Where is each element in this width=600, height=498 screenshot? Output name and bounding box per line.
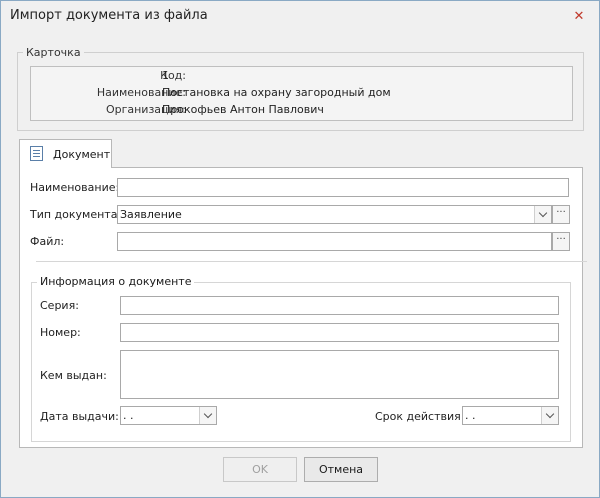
card-name-value: Постановка на охрану загородный дом	[162, 86, 391, 99]
doc-type-select[interactable]: Заявление	[117, 205, 552, 224]
close-button[interactable]: ✕	[566, 7, 592, 26]
name-input[interactable]	[117, 178, 569, 197]
close-icon: ✕	[573, 9, 585, 24]
code-value: 1	[162, 69, 169, 82]
title-bar: Импорт документа из файла ✕	[1, 1, 599, 32]
issued-by-textarea[interactable]	[120, 350, 559, 399]
chevron-down-icon	[545, 409, 555, 419]
file-browse-button[interactable]: ···	[552, 232, 570, 251]
ok-button[interactable]: OK	[223, 457, 297, 482]
doc-type-label: Тип документа:	[30, 208, 122, 221]
organization-value: Прокофьев Антон Павлович	[162, 103, 324, 116]
issue-date-picker[interactable]: . .	[120, 406, 217, 425]
divider	[36, 261, 587, 262]
document-icon	[30, 146, 43, 161]
card-legend: Карточка	[23, 46, 84, 59]
chevron-down-icon	[203, 409, 213, 419]
issued-by-label: Кем выдан:	[40, 369, 107, 382]
series-input[interactable]	[120, 296, 559, 315]
doc-type-browse-button[interactable]: ···	[552, 205, 570, 224]
doc-type-value: Заявление	[120, 208, 182, 221]
issue-date-value: . .	[123, 409, 134, 422]
number-input[interactable]	[120, 323, 559, 342]
chevron-down-icon	[538, 208, 548, 218]
validity-dropdown-button[interactable]	[541, 407, 558, 424]
card-info: Код: 1 Наименование: Постановка на охран…	[30, 66, 573, 121]
doc-info-legend: Информация о документе	[37, 275, 195, 288]
doc-info-group: Информация о документе Серия: Номер: Кем…	[31, 275, 571, 442]
cancel-button[interactable]: Отмена	[304, 457, 378, 482]
import-dialog: Импорт документа из файла ✕ Карточка Код…	[0, 0, 600, 498]
file-label: Файл:	[30, 235, 65, 248]
number-label: Номер:	[40, 326, 81, 339]
validity-value: . .	[465, 409, 476, 422]
doc-type-dropdown-button[interactable]	[534, 206, 551, 223]
issue-date-dropdown-button[interactable]	[199, 407, 216, 424]
card-row-code: Код: 1	[31, 68, 572, 84]
series-label: Серия:	[40, 299, 79, 312]
name-label: Наименование:	[30, 181, 120, 194]
card-row-name: Наименование: Постановка на охрану загор…	[31, 85, 572, 101]
validity-date-picker[interactable]: . .	[462, 406, 559, 425]
window-title: Импорт документа из файла	[10, 8, 208, 23]
issue-date-label: Дата выдачи:	[40, 410, 119, 423]
tab-document-label: Документ	[53, 148, 111, 161]
card-row-organization: Организация: Прокофьев Антон Павлович	[31, 102, 572, 118]
validity-label: Срок действия:	[375, 410, 465, 423]
tab-document[interactable]: Документ	[19, 139, 112, 168]
file-input[interactable]	[117, 232, 552, 251]
